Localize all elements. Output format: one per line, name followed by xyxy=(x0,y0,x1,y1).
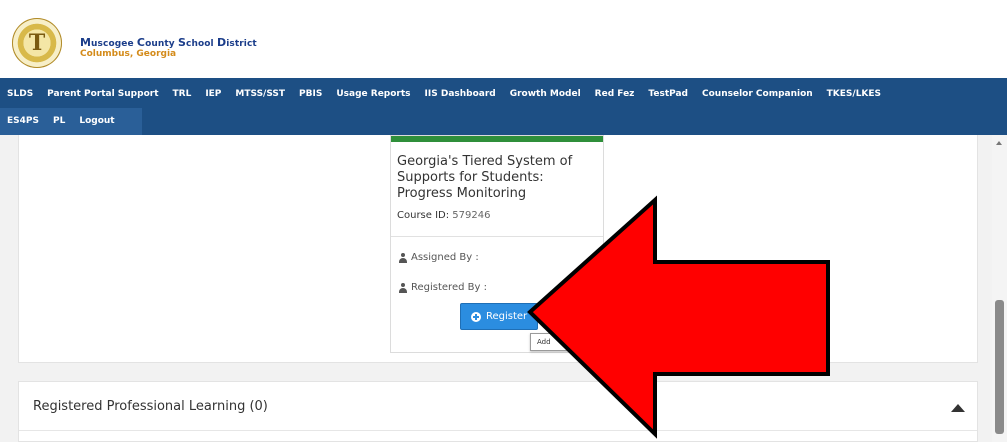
district-seal-logo[interactable]: T xyxy=(12,18,62,68)
assigned-by-label: Assigned By : xyxy=(411,252,479,263)
nav-item-growth-model[interactable]: Growth Model xyxy=(503,80,588,108)
red-arrow-annotation xyxy=(527,195,830,439)
seal-glyph: T xyxy=(28,30,46,56)
nav-item-red-fez[interactable]: Red Fez xyxy=(588,80,642,108)
nav-item-iep[interactable]: IEP xyxy=(198,80,228,108)
nav-item-parent-portal-support[interactable]: Parent Portal Support xyxy=(40,80,165,108)
nav-item-testpad[interactable]: TestPad xyxy=(641,80,695,108)
nav-row-1: SLDS Parent Portal Support TRL IEP MTSS/… xyxy=(0,80,888,108)
district-city: Columbus, Georgia xyxy=(80,49,177,59)
course-card-accent xyxy=(391,136,603,142)
registered-by-row: Registered By : xyxy=(399,282,487,293)
course-id-value: 579246 xyxy=(452,210,491,221)
scroll-up-icon[interactable] xyxy=(996,141,1002,145)
assigned-by-row: Assigned By : xyxy=(399,252,479,263)
page-content: Georgia's Tiered System of Supports for … xyxy=(0,135,1007,442)
nav-item-counselor-companion[interactable]: Counselor Companion xyxy=(695,80,820,108)
plus-circle-icon xyxy=(471,311,481,322)
district-name: Muscogee County School District xyxy=(80,36,257,49)
nav-item-trl[interactable]: TRL xyxy=(166,80,199,108)
nav-item-iis-dashboard[interactable]: IIS Dashboard xyxy=(418,80,503,108)
user-icon xyxy=(399,282,407,293)
course-id: Course ID: 579246 xyxy=(397,210,490,221)
caret-up-icon[interactable] xyxy=(951,404,965,412)
course-id-label: Course ID: xyxy=(397,210,450,221)
site-header: T Muscogee County School District Columb… xyxy=(0,0,1007,78)
nav-item-logout[interactable]: Logout xyxy=(72,107,121,135)
nav-item-mtss-sst[interactable]: MTSS/SST xyxy=(228,80,292,108)
nav-item-pl[interactable]: PL xyxy=(46,107,72,135)
red-arrow-icon xyxy=(527,195,830,439)
user-icon xyxy=(399,252,407,263)
main-nav: SLDS Parent Portal Support TRL IEP MTSS/… xyxy=(0,78,1007,135)
nav-item-pbis[interactable]: PBIS xyxy=(292,80,329,108)
nav-item-usage-reports[interactable]: Usage Reports xyxy=(329,80,417,108)
vertical-scrollbar[interactable] xyxy=(992,135,1007,442)
nav-item-slds[interactable]: SLDS xyxy=(0,80,40,108)
nav-item-tkes-lkes[interactable]: TKES/LKES xyxy=(820,80,888,108)
scroll-thumb[interactable] xyxy=(995,300,1004,434)
registered-pl-title: Registered Professional Learning (0) xyxy=(33,399,268,414)
nav-row-2: ES4PS PL Logout xyxy=(0,107,122,135)
app-window: T Muscogee County School District Columb… xyxy=(0,0,1007,442)
registered-by-label: Registered By : xyxy=(411,282,487,293)
nav-item-es4ps[interactable]: ES4PS xyxy=(0,107,46,135)
